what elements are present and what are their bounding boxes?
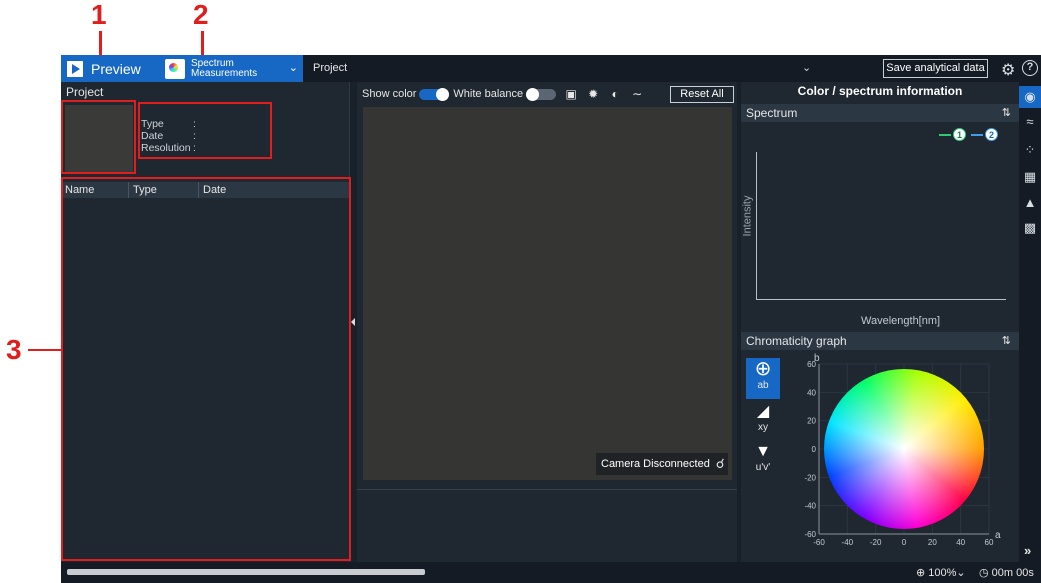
spectrum-x-axis bbox=[756, 299, 1006, 300]
tab-spectrum-line2: Measurements bbox=[191, 67, 258, 79]
x-tick-label: 40 bbox=[956, 538, 965, 547]
y-axis-label: b bbox=[814, 353, 820, 364]
right-icon-strip: ◉ ≈ ⁘ ▦ ▲ ▩ bbox=[1019, 82, 1041, 562]
tab-preview-label: Preview bbox=[91, 60, 141, 77]
mode-uv-button[interactable]: ▼ u'v' bbox=[746, 442, 780, 478]
image-compare-icon[interactable]: ▦ bbox=[1022, 169, 1038, 185]
annotation-box-1 bbox=[61, 100, 136, 174]
white-balance-toggle[interactable] bbox=[526, 87, 557, 101]
chroma-section-header: Chromaticity graph ⇅ bbox=[741, 332, 1019, 350]
mode-uv-label: u'v' bbox=[755, 462, 771, 473]
aperture-icon[interactable]: ✹ bbox=[586, 87, 600, 101]
mode-ab-label: ab bbox=[757, 380, 769, 391]
show-color-toggle[interactable] bbox=[419, 87, 450, 101]
sort-icon[interactable]: ⇅ bbox=[1002, 104, 1011, 122]
play-icon bbox=[67, 60, 83, 77]
mode-ab-button[interactable]: ⊕ ab bbox=[746, 358, 780, 399]
status-bar: ⊕ 100%⌄ ◷ 00m 00s bbox=[61, 562, 1041, 583]
x-tick-label: -40 bbox=[842, 538, 854, 547]
camera-status-text: Camera Disconnected bbox=[601, 458, 710, 470]
legend-item-2[interactable]: 2 bbox=[971, 128, 998, 141]
chevron-down-icon[interactable]: ⌄ bbox=[802, 61, 811, 74]
graph-icon[interactable]: ∼ bbox=[630, 87, 644, 101]
color-wheel-disc bbox=[824, 369, 984, 529]
spectrum-section-header: Spectrum ⇅ bbox=[741, 104, 1019, 122]
disconnected-icon: ☌ bbox=[715, 456, 725, 471]
white-balance-label: White balance bbox=[453, 88, 524, 100]
legend-item-1[interactable]: 1 bbox=[939, 128, 966, 141]
spectrum-measure-icon bbox=[165, 58, 185, 79]
spectrum-x-label: Wavelength[nm] bbox=[861, 315, 941, 327]
y-tick-label: 0 bbox=[812, 445, 817, 454]
help-icon[interactable]: ? bbox=[1022, 60, 1038, 76]
brightness-icon[interactable]: ◐ bbox=[608, 87, 622, 101]
annotation-box-2 bbox=[138, 102, 272, 159]
info-panel-title: Color / spectrum information bbox=[797, 84, 963, 98]
collapse-left-icon[interactable] bbox=[351, 318, 355, 326]
legend-2-label: 2 bbox=[985, 128, 998, 141]
preview-bottom-area bbox=[357, 489, 737, 562]
reset-all-button[interactable]: Reset All bbox=[670, 86, 734, 103]
x-tick-label: -20 bbox=[870, 538, 882, 547]
tab-preview[interactable]: Preview bbox=[61, 55, 161, 82]
spectrum-heading: Spectrum bbox=[746, 106, 798, 120]
info-panel: Color / spectrum information Spectrum ⇅ … bbox=[741, 82, 1019, 562]
annotation-box-3 bbox=[61, 177, 351, 561]
expand-panel-icon[interactable]: » bbox=[1024, 543, 1031, 558]
dot-grid-icon[interactable]: ⁘ bbox=[1022, 142, 1038, 158]
camera-icon[interactable]: ▣ bbox=[564, 87, 578, 101]
waveform-icon[interactable]: ≈ bbox=[1022, 114, 1038, 130]
xy-diagram-icon: ◢ bbox=[756, 403, 770, 420]
zoom-value: 100% bbox=[928, 567, 957, 579]
gear-icon[interactable]: ⚙ bbox=[1001, 60, 1015, 80]
spectrum-chart: 1 2 Intensity Wavelength[nm] bbox=[741, 122, 1019, 332]
chromaticity-graph: -60 -40 -20 0 20 40 606040200-20-40-60 ab bbox=[804, 353, 1001, 547]
camera-preview[interactable]: Camera Disconnected ☌ bbox=[363, 107, 732, 480]
spectrum-y-axis bbox=[756, 152, 757, 299]
show-color-label: Show color bbox=[362, 88, 417, 100]
save-analytical-data-button[interactable]: Save analytical data bbox=[883, 59, 988, 78]
project-panel-title: Project bbox=[66, 85, 104, 99]
x-tick-label: 60 bbox=[985, 538, 994, 547]
chevron-down-icon[interactable]: ⌄ bbox=[289, 61, 298, 74]
x-tick-label: 20 bbox=[928, 538, 937, 547]
mode-xy-label: xy bbox=[758, 422, 768, 433]
annotation-arrow-3 bbox=[28, 349, 61, 351]
tab-spectrum-measurements[interactable]: Spectrum Measurements ⌄ bbox=[161, 55, 303, 82]
top-toolbar: Preview Spectrum Measurements ⌄ Project … bbox=[61, 55, 1041, 82]
y-tick-label: -60 bbox=[804, 530, 816, 539]
chromaticity-area: ⊕ ab ◢ xy ▼ u'v' -60 -40 -20 0 20 40 60 60 40 20 0… bbox=[741, 350, 1019, 562]
project-menu[interactable]: Project bbox=[313, 62, 347, 74]
color-spectrum-icon[interactable]: ◉ bbox=[1019, 86, 1041, 108]
timer-value: 00m 00s bbox=[991, 567, 1034, 579]
sort-icon[interactable]: ⇅ bbox=[1002, 332, 1011, 350]
color-wheel bbox=[824, 369, 984, 529]
y-tick-label: 40 bbox=[807, 388, 816, 397]
x-axis-label: a bbox=[995, 530, 1001, 541]
x-tick-label: 0 bbox=[902, 538, 907, 547]
tab-spectrum-line1: Spectrum bbox=[191, 57, 234, 69]
zoom-control[interactable]: ⊕ 100%⌄ bbox=[916, 566, 966, 579]
layout-icon[interactable]: ▩ bbox=[1022, 220, 1038, 236]
crosshair-icon: ⊕ bbox=[754, 358, 772, 380]
legend-1-label: 1 bbox=[953, 128, 966, 141]
timer: ◷ 00m 00s bbox=[979, 567, 1034, 579]
y-tick-label: -40 bbox=[804, 502, 816, 511]
annotation-number-2: 2 bbox=[193, 0, 209, 30]
camera-status: Camera Disconnected ☌ bbox=[596, 453, 728, 475]
y-tick-label: -20 bbox=[804, 473, 816, 482]
uv-diagram-icon: ▼ bbox=[755, 443, 771, 460]
annotation-number-3: 3 bbox=[6, 334, 22, 365]
horizontal-scrollbar[interactable] bbox=[67, 569, 425, 575]
preview-panel: Show color White balance ▣ ✹ ◐ ∼ Reset A… bbox=[357, 82, 737, 562]
y-tick-label: 20 bbox=[807, 417, 816, 426]
x-tick-label: -60 bbox=[813, 538, 825, 547]
annotation-number-1: 1 bbox=[91, 0, 107, 30]
chroma-heading: Chromaticity graph bbox=[746, 334, 847, 348]
triangle-icon[interactable]: ▲ bbox=[1022, 195, 1038, 211]
mode-xy-button[interactable]: ◢ xy bbox=[746, 402, 780, 438]
spectrum-y-label: Intensity bbox=[741, 195, 754, 237]
